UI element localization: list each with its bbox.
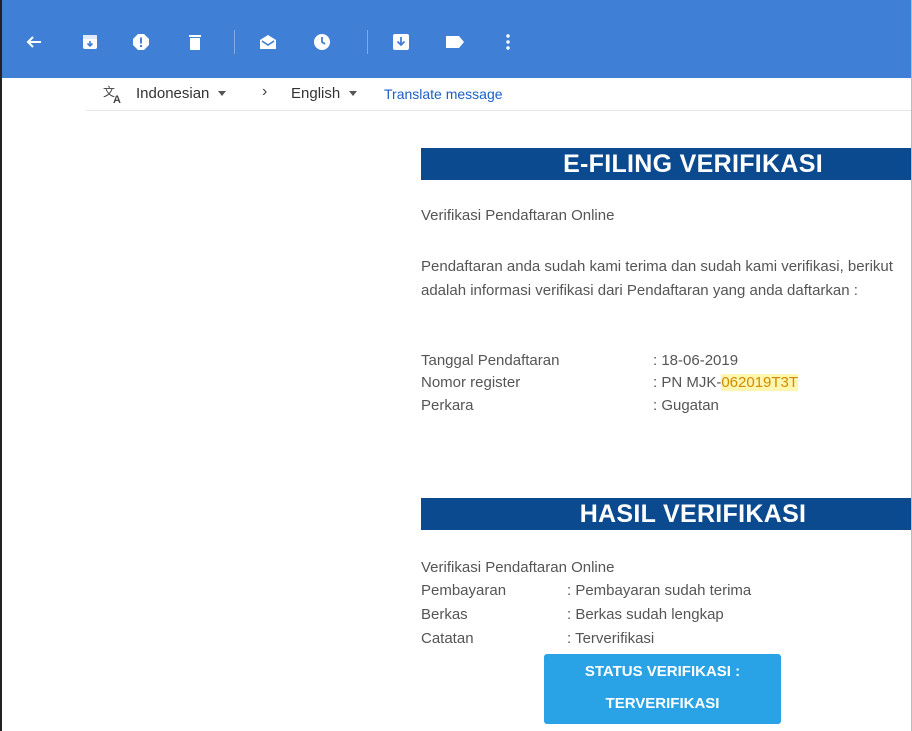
target-language-select[interactable]: English	[291, 85, 358, 102]
email-paragraph: Pendaftaran anda sudah kami terima dan s…	[421, 258, 893, 299]
info-value: : Gugatan	[653, 397, 719, 414]
toolbar-divider	[234, 30, 235, 54]
snooze-icon[interactable]	[310, 30, 334, 54]
status-verification-button[interactable]: STATUS VERIFIKASI : TERVERIFIKASI	[544, 654, 781, 724]
move-to-icon[interactable]	[389, 30, 413, 54]
result-value: : Terverifikasi	[567, 630, 655, 647]
hasil-verifikasi-title: HASIL VERIFIKASI	[579, 499, 807, 528]
chevron-down-icon	[218, 91, 227, 96]
report-spam-icon[interactable]	[129, 30, 153, 54]
mark-unread-icon[interactable]	[256, 30, 280, 54]
chevron-down-icon	[349, 91, 358, 96]
info-label: Perkara	[421, 397, 474, 414]
source-language-label: Indonesian	[136, 85, 210, 102]
hasil-verifikasi-banner: HASIL VERIFIKASI	[421, 498, 911, 530]
back-arrow-icon[interactable]	[22, 30, 46, 54]
result-value: : Pembayaran sudah terima	[567, 582, 752, 599]
svg-text:A: A	[113, 94, 121, 105]
label-icon[interactable]	[443, 30, 467, 54]
toolbar-divider	[367, 30, 368, 54]
result-label: Berkas	[421, 606, 468, 623]
efiling-banner: E-FILING VERIFIKASI	[421, 148, 911, 180]
more-vert-icon[interactable]	[496, 30, 520, 54]
translate-icon: 文A	[102, 83, 124, 106]
translate-message-link[interactable]: Translate message	[384, 86, 503, 102]
info-value: : 18-06-2019	[653, 352, 739, 369]
register-number-value: : PN MJK-062019T3T	[653, 374, 799, 391]
result-label: Catatan	[421, 630, 474, 647]
translate-bar: 文A Indonesian › English Translate messag…	[86, 78, 911, 111]
efiling-banner-title: E-FILING VERIFIKASI	[563, 149, 823, 178]
source-language-select[interactable]: Indonesian	[136, 85, 227, 102]
subtitle-online-registration: Verifikasi Pendaftaran Online	[421, 559, 615, 576]
email-toolbar	[2, 0, 911, 78]
status-line-2: TERVERIFIKASI	[605, 695, 720, 712]
archive-icon[interactable]	[78, 30, 102, 54]
status-line-1: STATUS VERIFIKASI :	[584, 663, 741, 680]
target-language-label: English	[291, 85, 341, 102]
chevron-right-icon: ›	[262, 83, 268, 100]
info-label: Nomor register	[421, 374, 521, 391]
register-number-highlight: 062019T3T	[721, 374, 799, 391]
info-label: Tanggal Pendaftaran	[421, 352, 560, 369]
delete-icon[interactable]	[183, 30, 207, 54]
result-label: Pembayaran	[421, 582, 507, 599]
subtitle-online-registration: Verifikasi Pendaftaran Online	[421, 207, 615, 224]
result-value: : Berkas sudah lengkap	[567, 606, 724, 623]
register-prefix: : PN MJK-	[653, 374, 722, 391]
